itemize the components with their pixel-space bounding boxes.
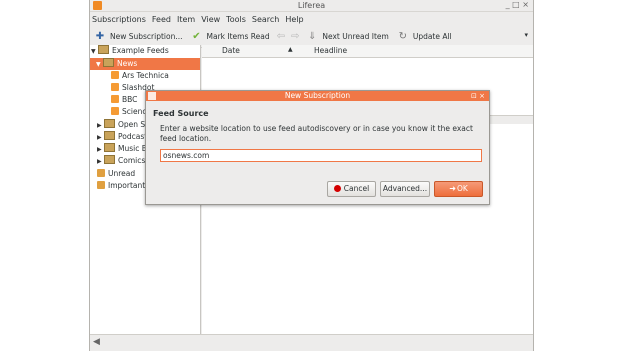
folder-icon (104, 131, 115, 140)
ok-arrow-icon: ➜ (449, 184, 456, 193)
tree-item-example-feeds[interactable]: ▼ Example Feeds (91, 45, 169, 57)
headline-column-header[interactable]: Headline (314, 46, 347, 55)
expander-open-icon[interactable]: ▼ (91, 46, 98, 58)
window-title: Liferea (297, 1, 326, 10)
tree-item-podcasts[interactable]: ▶ Podcasts (97, 131, 151, 143)
search-folder-icon (97, 181, 105, 189)
menu-bar: Subscriptions Feed Item View Tools Searc… (90, 12, 533, 26)
feed-icon (111, 95, 119, 103)
ok-button[interactable]: ➜OK (434, 181, 483, 197)
next-unread-item-button[interactable]: ⇓ Next Unread Item (306, 30, 389, 43)
dialog-title-bar: New Subscription ⊡ × (146, 91, 489, 101)
update-all-label: Update All (412, 32, 452, 41)
search-folder-icon (97, 169, 105, 177)
dialog-title: New Subscription (284, 91, 351, 100)
menu-help[interactable]: Help (285, 15, 303, 24)
expander-closed-icon[interactable]: ▶ (97, 156, 104, 168)
window-controls[interactable]: _ □ × (506, 0, 529, 9)
refresh-icon: ↻ (398, 30, 408, 42)
plus-icon: ✚ (95, 30, 105, 42)
tree-item-label: Comics (118, 156, 146, 165)
tree-item-label: Important (108, 181, 146, 190)
feed-icon (111, 83, 119, 91)
tree-item-news[interactable]: ▼ News (90, 58, 200, 70)
tree-item-label: BBC (122, 95, 138, 104)
new-subscription-button[interactable]: ✚ New Subscription... (94, 31, 183, 43)
tree-item-label: Ars Technica (122, 71, 169, 80)
cancel-icon (333, 185, 341, 192)
update-all-button[interactable]: ↻ Update All (397, 31, 452, 43)
checkmark-icon: ✔ (192, 30, 201, 42)
tree-item-label: Example Feeds (112, 46, 169, 55)
next-item-icon[interactable]: ⇨ (291, 31, 299, 42)
menu-view[interactable]: View (201, 15, 220, 24)
next-unread-icon: ⇓ (308, 30, 317, 42)
menu-tools[interactable]: Tools (226, 15, 246, 24)
advanced-button-label: Advanced... (382, 184, 428, 193)
feed-source-heading: Feed Source (153, 109, 209, 118)
mark-items-read-label: Mark Items Read (206, 32, 270, 41)
feed-url-input[interactable]: osnews.com (160, 149, 482, 162)
dialog-window-controls[interactable]: ⊡ × (471, 91, 485, 101)
folder-icon (104, 155, 115, 164)
sort-ascending-icon: ▲ (288, 46, 293, 53)
feed-icon (111, 107, 119, 115)
cancel-button-label: Cancel (343, 184, 370, 193)
previous-item-icon[interactable]: ⇦ (277, 31, 285, 42)
offline-toggle-icon[interactable]: ◀ (93, 337, 100, 347)
ok-button-label: OK (456, 184, 468, 193)
tree-item-bbc[interactable]: BBC (111, 94, 137, 106)
toolbar-overflow-icon[interactable]: ▾ (524, 31, 528, 39)
menu-item[interactable]: Item (177, 15, 195, 24)
mark-items-read-button[interactable]: ✔ Mark Items Read (191, 30, 270, 43)
new-subscription-dialog: New Subscription ⊡ × Feed Source Enter a… (145, 90, 490, 205)
folder-icon (103, 58, 114, 67)
tree-item-label: News (117, 59, 138, 68)
tree-item-important[interactable]: Important (97, 180, 145, 192)
tree-item-label: Unread (108, 169, 136, 178)
menu-feed[interactable]: Feed (152, 15, 171, 24)
folder-icon (98, 45, 109, 54)
item-list-header: Date ▲ Headline (202, 45, 533, 58)
title-bar: Liferea _ □ × (90, 0, 533, 12)
expander-open-icon[interactable]: ▼ (96, 59, 103, 71)
date-column-header[interactable]: Date (222, 46, 240, 55)
folder-icon (104, 119, 115, 128)
tree-item-unread[interactable]: Unread (97, 168, 135, 180)
new-subscription-label: New Subscription... (110, 32, 183, 41)
next-unread-item-label: Next Unread Item (322, 32, 389, 41)
menu-subscriptions[interactable]: Subscriptions (92, 15, 146, 24)
advanced-button[interactable]: Advanced... (380, 181, 430, 197)
feed-icon (111, 71, 119, 79)
menu-search[interactable]: Search (252, 15, 279, 24)
tree-item-comics[interactable]: ▶ Comics (97, 155, 145, 167)
status-bar: ◀ (90, 334, 533, 351)
cancel-button[interactable]: Cancel (327, 181, 376, 197)
tree-item-ars-technica[interactable]: Ars Technica (111, 70, 169, 82)
feed-source-description: Enter a website location to use feed aut… (160, 124, 473, 143)
folder-icon (104, 143, 115, 152)
